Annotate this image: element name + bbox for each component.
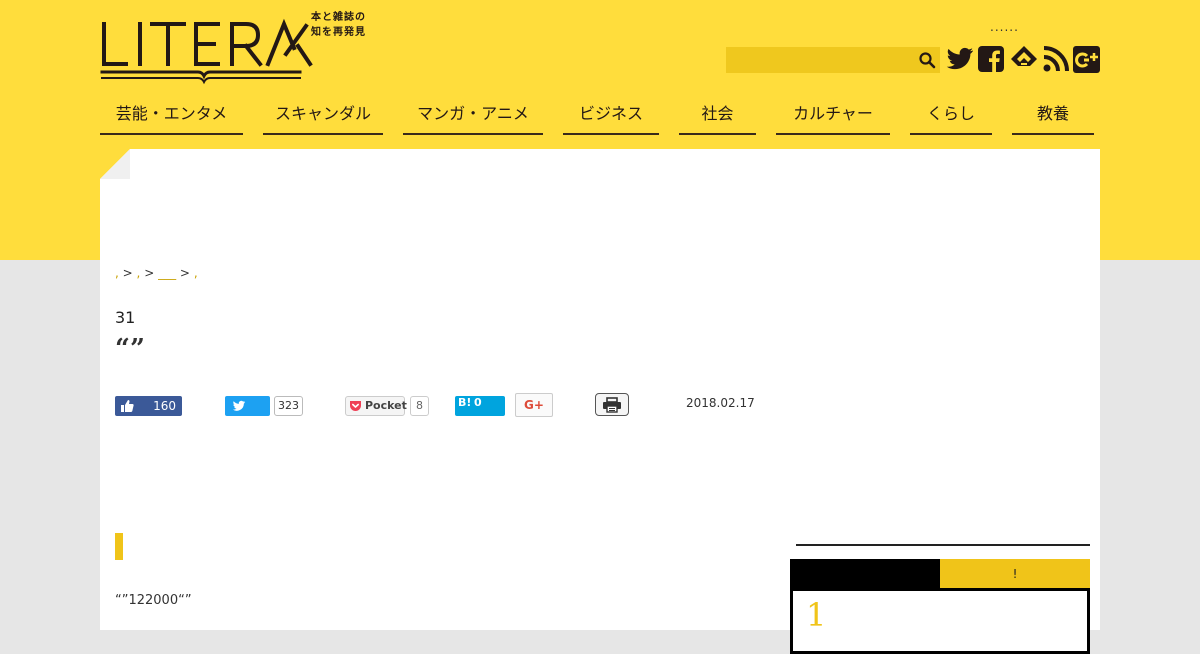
search-input[interactable] [726,47,924,73]
search-form [726,47,940,73]
nav-item-business[interactable]: ビジネス [563,100,659,135]
breadcrumb-sep: > [122,266,133,280]
twitter-count: 323 [274,396,303,416]
facebook-like-button[interactable]: 160 [115,396,182,416]
twitter-bird-icon [232,400,246,411]
article-card [100,149,1100,630]
article-body-text: “”122000“” [115,593,192,608]
nav-item-society[interactable]: 社会 [679,100,756,135]
breadcrumb-sep: > [144,266,155,280]
thumbs-up-icon [121,400,134,412]
nav-item-culture[interactable]: カルチャー [776,100,890,135]
ranking-number: 1 [806,596,827,634]
twitter-share-button[interactable] [225,396,270,416]
feedly-icon[interactable] [1009,44,1039,74]
pocket-icon [350,401,361,411]
ranking-list [790,588,1090,654]
article-title-number: 31 [115,308,136,327]
rss-icon[interactable] [1041,44,1071,74]
breadcrumb-item[interactable]: , [115,266,119,280]
nav-item-scandal[interactable]: スキャンダル [263,100,383,135]
hatena-count: 0 [474,396,482,409]
section-marker [115,533,123,560]
pocket-label: Pocket [365,399,407,412]
nav-item-entertainment[interactable]: 芸能・エンタメ [100,100,243,135]
printer-icon [603,397,621,413]
googleplus-icon[interactable] [1072,44,1102,74]
sidebar-divider [796,544,1090,546]
tagline-line-2: 知を再発見 [311,27,366,38]
ranking-tab-left[interactable] [790,559,940,588]
search-icon[interactable] [918,51,936,69]
breadcrumb-item[interactable]: , [137,266,141,280]
nav-item-life[interactable]: くらし [910,100,992,135]
breadcrumb: , > , > ___ > , [115,266,198,280]
article-date: 2018.02.17 [686,396,755,410]
facebook-icon[interactable] [977,44,1007,74]
breadcrumb-sep: > [179,266,190,280]
twitter-icon[interactable] [945,44,975,74]
tagline-line-1: 本と雑誌の [311,12,366,23]
googleplus-share-button[interactable]: G+ [515,393,553,417]
ranking-tab-right[interactable]: ! [940,559,1090,588]
hatena-label: B! [458,396,472,409]
header-top-links[interactable]: ...... [990,20,1019,34]
hatena-bookmark-button[interactable]: B! 0 [455,396,505,416]
card-fold-shadow [100,149,130,179]
pocket-button[interactable]: Pocket [345,396,407,416]
article-title: “” [115,334,145,364]
nav-item-manga-anime[interactable]: マンガ・アニメ [403,100,543,135]
nav-item-culture-education[interactable]: 教養 [1012,100,1094,135]
breadcrumb-item[interactable]: , [194,266,198,280]
pocket-count: 8 [410,396,429,416]
print-button[interactable] [595,393,629,416]
breadcrumb-item[interactable]: ___ [158,266,176,280]
facebook-count: 160 [153,399,176,413]
logo-tagline: 本と雑誌の 知を再発見 [311,10,381,40]
